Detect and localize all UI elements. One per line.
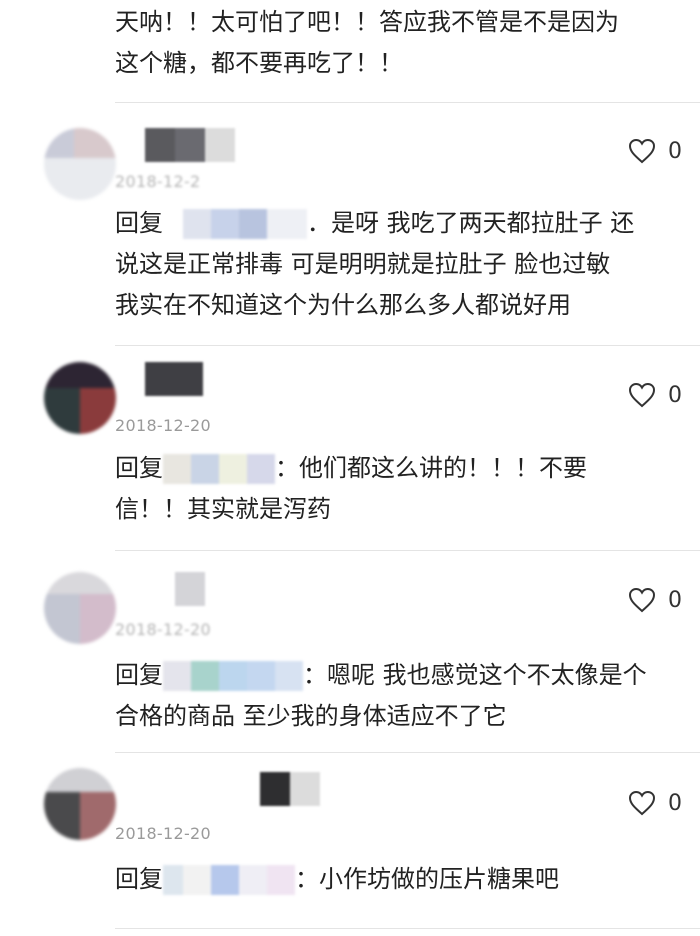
mention-redacted[interactable] [163, 209, 307, 239]
reply-text: 回复 ：他们都这么讲的！！！不要 信！！其实就是泻药 [115, 448, 687, 530]
divider [115, 550, 700, 551]
like-button[interactable]: 0 [628, 790, 682, 816]
reply-line-1: 回复 ．是呀 我吃了两天都拉肚子 还 [115, 203, 687, 244]
avatar[interactable] [44, 572, 116, 644]
reply-prefix: 回复 [115, 454, 163, 482]
like-count: 0 [668, 382, 682, 408]
avatar[interactable] [44, 768, 116, 840]
reply-prefix: 回复 [115, 661, 163, 689]
heart-outline-icon [628, 790, 656, 816]
avatar[interactable] [44, 362, 116, 434]
reply-prefix: 回复 [115, 209, 163, 237]
reply-prefix: 回复 [115, 865, 163, 893]
reply-text: 回复 ：嗯呢 我也感觉这个不太像是个 合格的商品 至少我的身体适应不了它 [115, 655, 687, 737]
divider [115, 345, 700, 346]
mention-redacted[interactable] [163, 865, 295, 895]
divider [115, 752, 700, 753]
like-button[interactable]: 0 [628, 138, 682, 164]
previous-comment-text: 天呐！！太可怕了吧！！答应我不管是不是因为 这个糖，都不要再吃了！！ [115, 2, 685, 84]
divider [115, 928, 700, 929]
username-redacted[interactable] [260, 772, 320, 806]
reply-line-1-text: ．是呀 我吃了两天都拉肚子 还 [307, 209, 635, 237]
previous-comment-line-2: 这个糖，都不要再吃了！！ [115, 49, 403, 77]
username-redacted[interactable] [145, 128, 235, 162]
comment-date: 2018-12-20 [115, 416, 211, 435]
avatar[interactable] [44, 128, 116, 200]
like-count: 0 [668, 138, 682, 164]
like-button[interactable]: 0 [628, 587, 682, 613]
reply-line-1-text: ：小作坊做的压片糖果吧 [295, 865, 559, 893]
reply-line-1: 回复 ：他们都这么讲的！！！不要 [115, 448, 687, 489]
reply-line-1: 回复 ：嗯呢 我也感觉这个不太像是个 [115, 655, 687, 696]
reply-line-2: 合格的商品 至少我的身体适应不了它 [115, 702, 507, 730]
reply-line-3: 我实在不知道这个为什么那么多人都说好用 [115, 291, 571, 319]
comment-date: 2018-12-2 [115, 172, 201, 191]
reply-line-1-text: ：嗯呢 我也感觉这个不太像是个 [303, 661, 647, 689]
heart-outline-icon [628, 587, 656, 613]
reply-line-2: 说这是正常排毒 可是明明就是拉肚子 脸也过敏 [115, 250, 611, 278]
heart-outline-icon [628, 382, 656, 408]
reply-text: 回复 ．是呀 我吃了两天都拉肚子 还 说这是正常排毒 可是明明就是拉肚子 脸也过敏… [115, 203, 687, 326]
reply-line-2: 信！！其实就是泻药 [115, 495, 331, 523]
like-button[interactable]: 0 [628, 382, 682, 408]
like-count: 0 [668, 587, 682, 613]
comment-date: 2018-12-20 [115, 620, 211, 639]
reply-line-1: 回复 ：小作坊做的压片糖果吧 [115, 859, 687, 900]
heart-outline-icon [628, 138, 656, 164]
divider [115, 102, 700, 103]
previous-comment-line-1: 天呐！！太可怕了吧！！答应我不管是不是因为 [115, 8, 619, 36]
username-redacted[interactable] [175, 572, 205, 606]
reply-line-1-text: ：他们都这么讲的！！！不要 [275, 454, 587, 482]
like-count: 0 [668, 790, 682, 816]
comment-date: 2018-12-20 [115, 824, 211, 843]
mention-redacted[interactable] [163, 661, 303, 691]
mention-redacted[interactable] [163, 454, 275, 484]
username-redacted[interactable] [145, 362, 203, 396]
reply-text: 回复 ：小作坊做的压片糖果吧 [115, 859, 687, 900]
